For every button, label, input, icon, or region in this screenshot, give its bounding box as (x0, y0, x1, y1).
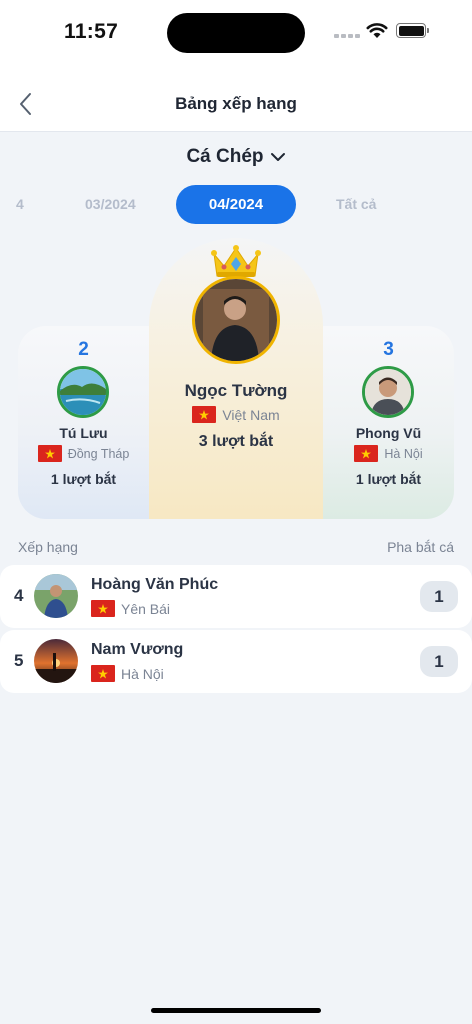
tab-period-04-2024[interactable]: 04/2024 (176, 185, 296, 224)
vietnam-flag-icon (91, 665, 115, 682)
avatar[interactable] (57, 366, 109, 418)
vietnam-flag-icon (354, 445, 379, 462)
app-header: Bảng xếp hạng (0, 66, 472, 132)
avatar[interactable] (362, 366, 414, 418)
vietnam-flag-icon (192, 406, 217, 423)
avatar[interactable] (34, 574, 78, 618)
vietnam-flag-icon (37, 445, 62, 462)
crown-icon (211, 245, 261, 277)
dynamic-island (167, 13, 305, 53)
list-item[interactable]: 5 Nam Vương Hà Nội 1 (0, 630, 472, 693)
avatar[interactable] (192, 276, 280, 364)
podium-second-place: 2 Tú Lưu Đồng Tháp 1 lượt bắt (18, 326, 149, 519)
fish-type-dropdown[interactable]: Cá Chép (0, 146, 472, 168)
avatar[interactable] (34, 639, 78, 683)
player-name: Ngọc Tường (184, 381, 288, 400)
fish-type-label: Cá Chép (186, 146, 264, 167)
catch-count: 3 lượt bắt (198, 433, 274, 450)
catch-count: 1 lượt bắt (50, 471, 117, 487)
vietnam-flag-icon (91, 600, 115, 617)
catch-count: 1 lượt bắt (355, 471, 422, 487)
catch-count-badge: 1 (420, 581, 458, 612)
player-location: Hà Nội (323, 445, 454, 462)
player-name: Tú Lưu (59, 425, 108, 441)
battery-icon (396, 23, 429, 38)
player-location: Hà Nội (91, 665, 164, 682)
list-header-rank: Xếp hạng (18, 539, 78, 555)
page-title: Bảng xếp hạng (175, 94, 297, 113)
status-bar: 11:57 (0, 0, 472, 66)
player-location: Yên Bái (91, 600, 170, 617)
player-location: Đồng Tháp (18, 445, 149, 462)
tab-period-03-2024[interactable]: 03/2024 (85, 196, 136, 212)
player-name: Nam Vương (91, 641, 184, 658)
player-name: Phong Vũ (355, 425, 422, 441)
player-location: Việt Nam (149, 406, 323, 423)
rank-number: 3 (383, 339, 394, 360)
list-header-catches: Pha bắt cá (387, 539, 454, 555)
home-indicator[interactable] (151, 1008, 321, 1013)
rank-number: 2 (78, 339, 89, 360)
rank-number: 4 (14, 586, 24, 605)
list-item[interactable]: 4 Hoàng Văn Phúc Yên Bái 1 (0, 565, 472, 628)
player-name: Hoàng Văn Phúc (91, 576, 219, 593)
cellular-signal-icon (334, 34, 360, 38)
status-time: 11:57 (64, 20, 119, 43)
podium-third-place: 3 Phong Vũ Hà Nội 1 lượt bắt (323, 326, 454, 519)
wifi-icon (366, 23, 388, 38)
tab-all[interactable]: Tất cả (336, 196, 376, 212)
catch-count-badge: 1 (420, 646, 458, 677)
tab-period-partial[interactable]: 4 (16, 196, 24, 212)
chevron-down-icon (270, 153, 285, 161)
rank-number: 5 (14, 651, 24, 670)
